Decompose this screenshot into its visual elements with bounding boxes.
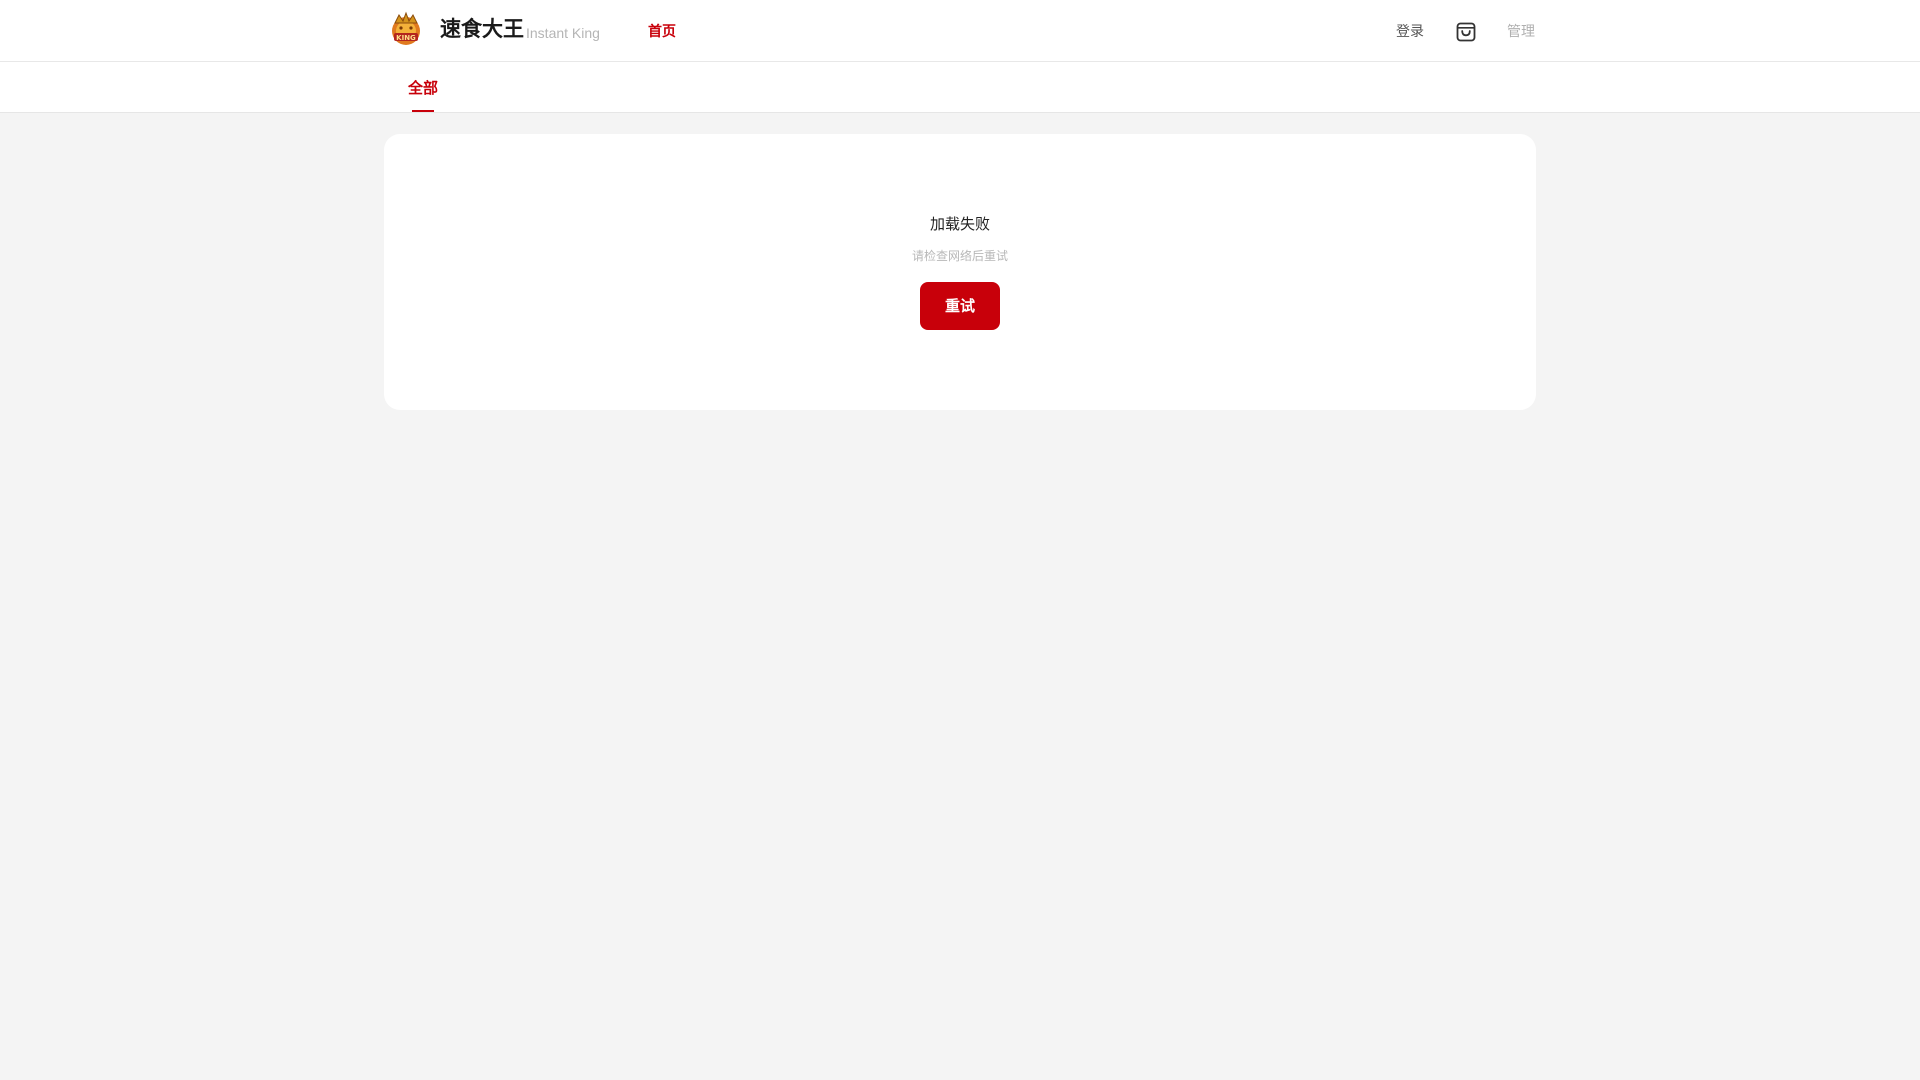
category-tab-bar: 全部	[0, 62, 1920, 113]
retry-button[interactable]: 重试	[920, 282, 1000, 330]
cart-button[interactable]	[1455, 21, 1477, 43]
tab-all[interactable]: 全部	[408, 78, 438, 98]
king-crown-logo-graphic: KING	[392, 11, 420, 45]
shopping-bag-icon	[1456, 22, 1476, 42]
error-card: 加载失败 请检查网络后重试 重试	[384, 134, 1536, 410]
brand-logo-icon[interactable]: KING	[389, 11, 423, 47]
active-tab-indicator	[412, 110, 434, 112]
top-navigation-bar: KING 速食大王 Instant King 首页 登录 管理	[0, 0, 1920, 62]
login-link[interactable]: 登录	[1396, 22, 1424, 42]
error-title: 加载失败	[929, 215, 990, 233]
brand-subtitle: Instant King	[526, 25, 600, 41]
svg-text:KING: KING	[396, 34, 416, 42]
admin-link[interactable]: 管理	[1507, 22, 1535, 42]
nav-home-link[interactable]: 首页	[648, 22, 676, 42]
brand-name[interactable]: 速食大王	[440, 15, 524, 43]
error-subtitle: 请检查网络后重试	[911, 249, 1008, 263]
